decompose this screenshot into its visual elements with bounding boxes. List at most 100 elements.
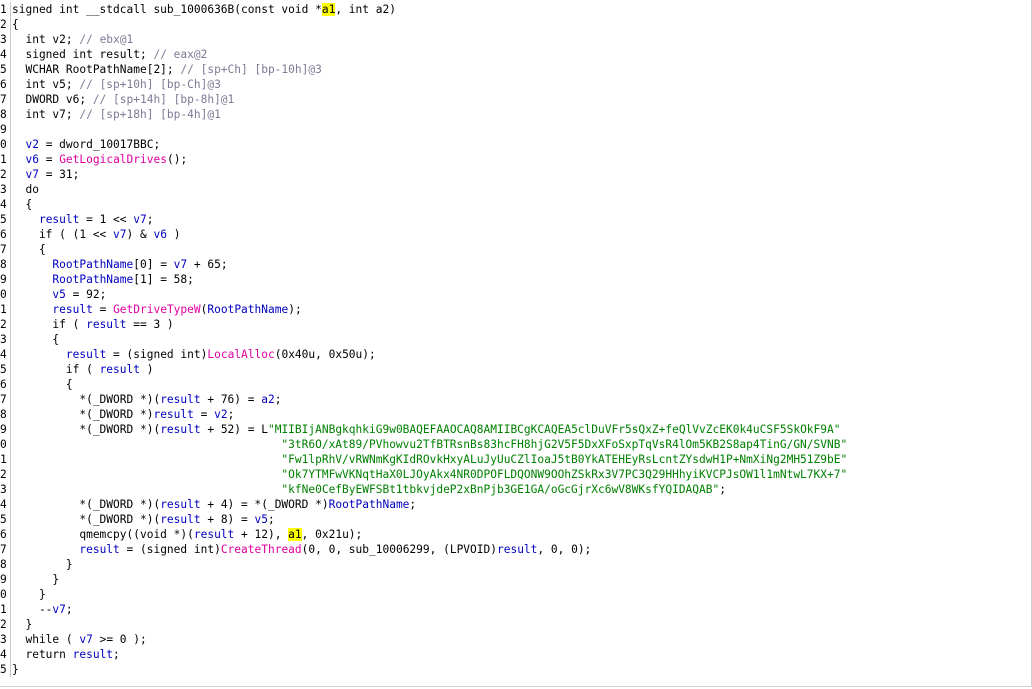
variable-token[interactable]: v7 xyxy=(133,213,146,226)
function-token[interactable]: GetLogicalDrives xyxy=(59,153,167,166)
variable-token[interactable]: result xyxy=(160,393,200,406)
variable-token[interactable]: result xyxy=(160,513,200,526)
code-line[interactable]: 2 if ( result == 3 ) xyxy=(0,317,1032,332)
code-line[interactable]: 5 WCHAR RootPathName[2]; // [sp+Ch] [bp-… xyxy=(0,62,1032,77)
function-token[interactable]: LocalAlloc xyxy=(207,348,274,361)
code-line[interactable]: 9 RootPathName[1] = 58; xyxy=(0,272,1032,287)
code-line[interactable]: 4 { xyxy=(0,197,1032,212)
code-line[interactable]: 8 RootPathName[0] = v7 + 65; xyxy=(0,257,1032,272)
code-token: *(_DWORD *)( xyxy=(12,513,161,526)
code-line[interactable]: 9 *(_DWORD *)(result + 52) = L"MIIBIjANB… xyxy=(0,422,1032,437)
gutter-separator xyxy=(10,257,11,272)
variable-token[interactable]: result xyxy=(153,408,193,421)
variable-token[interactable]: result xyxy=(100,363,140,376)
code-line[interactable]: 1 result = GetDriveTypeW(RootPathName); xyxy=(0,302,1032,317)
code-line[interactable]: 4 signed int result; // eax@2 xyxy=(0,47,1032,62)
variable-token[interactable]: v5 xyxy=(52,288,65,301)
variable-token[interactable]: result xyxy=(497,543,537,556)
code-text: while ( v7 >= 0 ); xyxy=(10,633,146,646)
code-line[interactable]: 2 "Ok7YTMFwVKNqtHaX0LJOyAkx4NR0DPOFLDQON… xyxy=(0,467,1032,482)
line-number: 5 xyxy=(0,663,7,676)
variable-token[interactable]: RootPathName xyxy=(207,303,288,316)
code-line[interactable]: 2 } xyxy=(0,617,1032,632)
code-line[interactable]: 7 { xyxy=(0,242,1032,257)
code-line[interactable]: 2 v7 = 31; xyxy=(0,167,1032,182)
code-line[interactable]: 1 v6 = GetLogicalDrives(); xyxy=(0,152,1032,167)
code-line[interactable]: 5 result = 1 << v7; xyxy=(0,212,1032,227)
variable-token[interactable]: v7 xyxy=(174,258,187,271)
variable-token[interactable]: v6 xyxy=(25,153,38,166)
code-line[interactable]: 2{ xyxy=(0,17,1032,32)
code-line[interactable]: 0 v5 = 92; xyxy=(0,287,1032,302)
code-line[interactable]: 3 do xyxy=(0,182,1032,197)
variable-token[interactable]: result xyxy=(86,318,126,331)
variable-token[interactable]: result xyxy=(160,423,200,436)
variable-token[interactable]: result xyxy=(66,348,106,361)
variable-token[interactable]: v7 xyxy=(52,603,65,616)
code-line[interactable]: 8 int v7; // [sp+18h] [bp-4h]@1 xyxy=(0,107,1032,122)
highlighted-token[interactable]: a1 xyxy=(288,528,302,541)
gutter-separator xyxy=(10,317,11,332)
highlighted-token[interactable]: a1 xyxy=(321,3,336,16)
code-line[interactable]: 6 if ( (1 << v7) & v6 ) xyxy=(0,227,1032,242)
code-line[interactable]: 1 --v7; xyxy=(0,602,1032,617)
code-line[interactable]: 5 if ( result ) xyxy=(0,362,1032,377)
code-line[interactable]: 3 { xyxy=(0,332,1032,347)
code-line[interactable]: 0 v2 = dword_10017BBC; xyxy=(0,137,1032,152)
code-line[interactable]: 1 "Fw1lpRhV/vRWNmKgKIdROvkHxyALuJyUuCZlI… xyxy=(0,452,1032,467)
function-token[interactable]: GetDriveTypeW xyxy=(113,303,201,316)
code-line[interactable]: 3 "kfNe0CefByEWFSBt1tbkvjdeP2xBnPjb3GE1G… xyxy=(0,482,1032,497)
pseudocode-view[interactable]: 1 signed int __stdcall sub_1000636B(const… xyxy=(0,0,1032,689)
variable-token[interactable]: RootPathName xyxy=(52,258,133,271)
code-line[interactable]: 8 *(_DWORD *)result = v2; xyxy=(0,407,1032,422)
variable-token[interactable]: result xyxy=(39,213,79,226)
variable-token[interactable]: v5 xyxy=(255,513,268,526)
code-line[interactable]: 6 { xyxy=(0,377,1032,392)
code-text: } xyxy=(10,573,59,586)
code-line[interactable]: 4 *(_DWORD *)(result + 4) = *(_DWORD *)R… xyxy=(0,497,1032,512)
variable-token[interactable]: result xyxy=(73,648,113,661)
variable-token[interactable]: v2 xyxy=(25,138,38,151)
variable-token[interactable]: v7 xyxy=(79,633,92,646)
code-line[interactable]: 6 int v5; // [sp+10h] [bp-Ch]@3 xyxy=(0,77,1032,92)
variable-token[interactable]: result xyxy=(52,303,92,316)
function-token[interactable]: CreateThread xyxy=(221,543,302,556)
variable-token[interactable]: v2 xyxy=(214,408,227,421)
variable-token[interactable]: result xyxy=(79,543,119,556)
code-text: return result; xyxy=(10,648,119,661)
code-line[interactable]: 7 DWORD v6; // [sp+14h] [bp-8h]@1 xyxy=(0,92,1032,107)
variable-token[interactable]: RootPathName xyxy=(329,498,410,511)
gutter-separator xyxy=(10,557,11,572)
code-line[interactable]: 3 while ( v7 >= 0 ); xyxy=(0,632,1032,647)
variable-token[interactable]: v7 xyxy=(25,168,38,181)
code-line[interactable]: 6 qmemcpy((void *)(result + 12), a1, 0x2… xyxy=(0,527,1032,542)
code-line[interactable]: 9 } xyxy=(0,572,1032,587)
gutter-separator xyxy=(10,47,11,62)
code-token: , 0, 0); xyxy=(537,543,592,556)
code-line[interactable]: 4 result = (signed int)LocalAlloc(0x40u,… xyxy=(0,347,1032,362)
variable-token[interactable]: RootPathName xyxy=(52,273,133,286)
code-text: "Ok7YTMFwVKNqtHaX0LJOyAkx4NR0DPOFLDQONW9… xyxy=(10,468,847,481)
code-line[interactable]: 4 return result; xyxy=(0,647,1032,662)
gutter-separator xyxy=(10,347,11,362)
variable-token[interactable]: result xyxy=(160,498,200,511)
variable-token[interactable]: a2 xyxy=(261,393,274,406)
line-number: 5 xyxy=(0,213,7,226)
code-line[interactable]: 5} xyxy=(0,662,1032,677)
code-line[interactable]: 1 signed int __stdcall sub_1000636B(const… xyxy=(0,2,1032,17)
code-line[interactable]: 8 } xyxy=(0,557,1032,572)
code-line[interactable]: 7 *(_DWORD *)(result + 76) = a2; xyxy=(0,392,1032,407)
code-token: [0] = xyxy=(133,258,174,271)
code-line[interactable]: 9 xyxy=(0,122,1032,137)
code-line[interactable]: 5 *(_DWORD *)(result + 8) = v5; xyxy=(0,512,1032,527)
variable-token[interactable]: v6 xyxy=(153,228,166,241)
code-token: signed int result; xyxy=(12,48,154,61)
code-token: = xyxy=(92,303,114,316)
code-line[interactable]: 0 } xyxy=(0,587,1032,602)
code-line[interactable]: 3 int v2; // ebx@1 xyxy=(0,32,1032,47)
code-line[interactable]: 7 result = (signed int)CreateThread(0, 0… xyxy=(0,542,1032,557)
variable-token[interactable]: result xyxy=(194,528,234,541)
code-line[interactable]: 0 "3tR6O/xAt89/PVhowvu2TfBTRsnBs83hcFH8h… xyxy=(0,437,1032,452)
variable-token[interactable]: v7 xyxy=(113,228,126,241)
